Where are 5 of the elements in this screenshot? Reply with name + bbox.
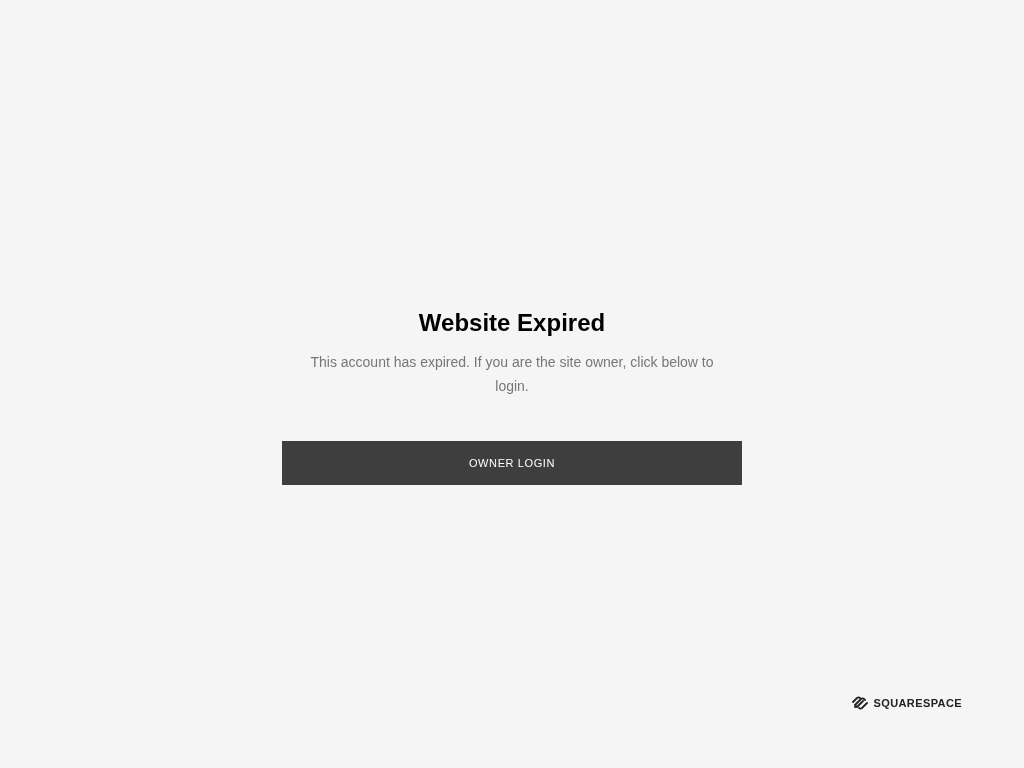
logo-icon [851, 696, 870, 710]
brand-name[interactable]: SQUARESPACE [873, 697, 962, 709]
owner-login-button[interactable]: OWNER LOGIN [282, 441, 742, 485]
expired-message: This account has expired. If you are the site owner, click below to login. [309, 353, 715, 396]
page-title: Website Expired [418, 308, 606, 338]
